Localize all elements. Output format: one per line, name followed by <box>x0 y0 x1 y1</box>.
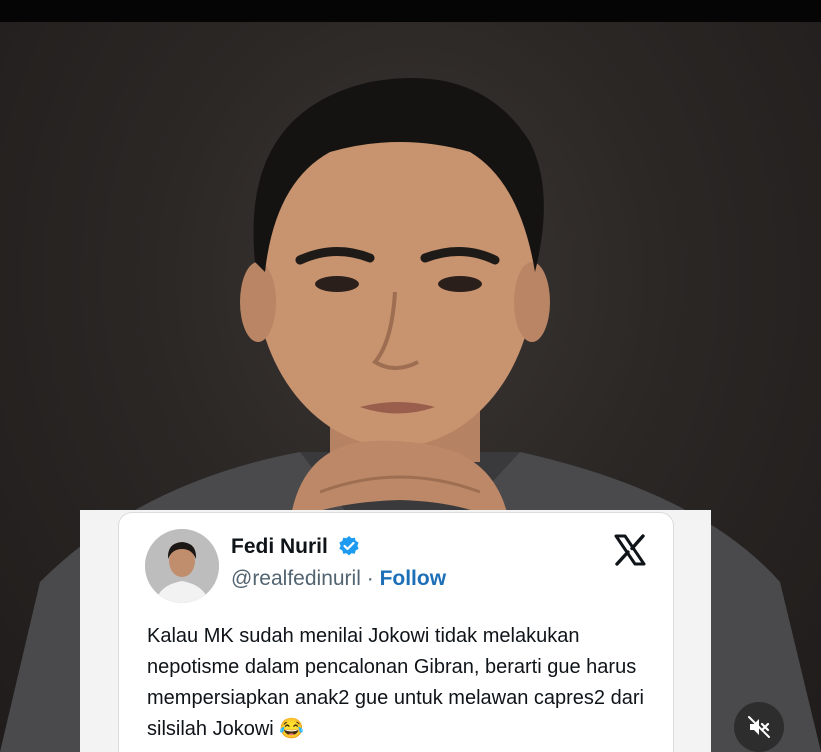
speaker-muted-icon <box>748 716 770 738</box>
handle[interactable]: @realfedinuril <box>231 567 361 590</box>
handle-row: @realfedinuril · Follow <box>231 567 446 591</box>
verified-badge-icon <box>338 535 360 563</box>
avatar[interactable] <box>145 529 219 603</box>
separator: · <box>360 567 380 590</box>
mute-button[interactable] <box>734 702 784 752</box>
display-name-row: Fedi Nuril <box>231 535 360 563</box>
follow-button[interactable]: Follow <box>380 567 447 590</box>
top-bar <box>0 0 821 22</box>
tweet-text: Kalau MK sudah menilai Jokowi tidak mela… <box>147 625 644 740</box>
display-name[interactable]: Fedi Nuril <box>231 535 328 558</box>
x-logo-icon[interactable] <box>613 533 647 567</box>
tweet-card[interactable]: Fedi Nuril @realfedinuril · Follow Kalau… <box>118 512 674 752</box>
